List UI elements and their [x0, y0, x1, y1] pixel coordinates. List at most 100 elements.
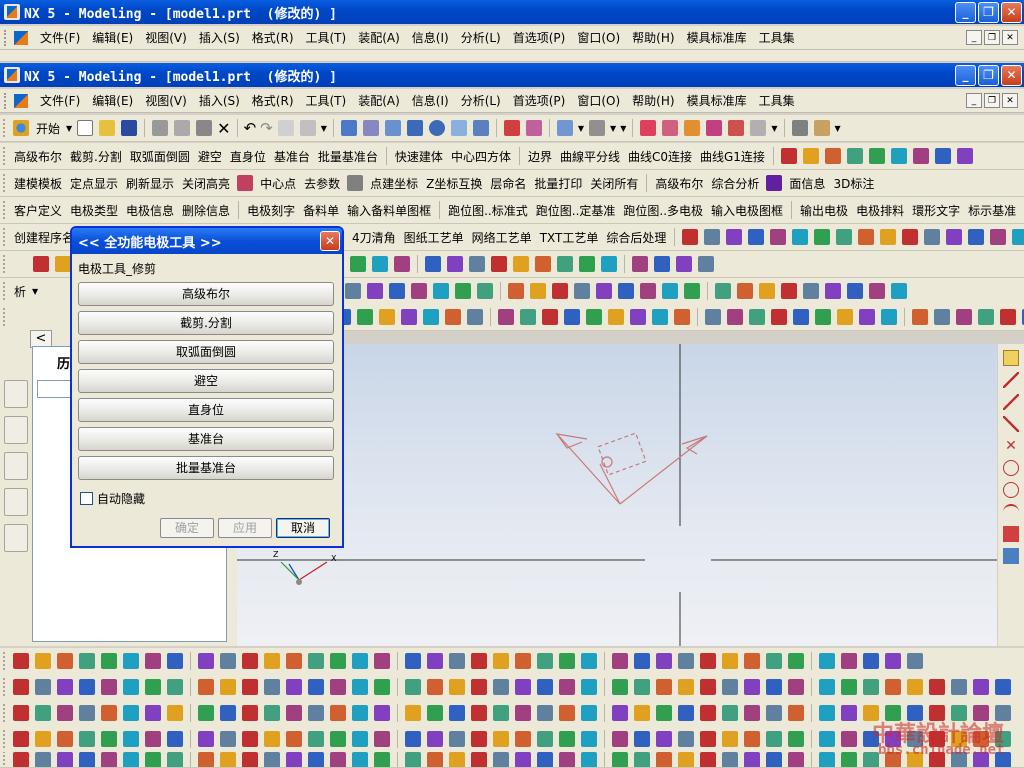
tool-icon[interactable] — [308, 752, 324, 767]
menu-item-0[interactable]: 文件(F) — [34, 29, 86, 46]
tool-icon[interactable] — [242, 653, 258, 669]
toolbar-command-3[interactable]: 删除信息 — [178, 202, 234, 219]
tool-icon[interactable] — [640, 283, 657, 299]
tool-icon[interactable] — [634, 752, 650, 767]
tool-icon[interactable] — [766, 175, 783, 191]
tool-icon[interactable] — [803, 283, 820, 299]
tool-icon[interactable] — [956, 309, 972, 325]
tool-icon[interactable] — [264, 679, 280, 695]
tool-icon[interactable] — [596, 283, 613, 299]
tool-icon[interactable] — [825, 283, 842, 299]
tool-icon[interactable] — [704, 229, 721, 245]
tool-icon[interactable] — [242, 705, 258, 721]
tool-icon[interactable] — [352, 752, 368, 767]
tool-icon[interactable] — [814, 229, 831, 245]
tool-icon[interactable] — [35, 705, 51, 721]
tool-icon[interactable] — [929, 679, 945, 695]
tool-icon[interactable] — [101, 705, 117, 721]
tool-icon[interactable] — [357, 309, 373, 325]
tool-icon[interactable] — [57, 653, 73, 669]
tool-icon[interactable] — [581, 705, 597, 721]
point-icon[interactable]: ✕ — [1003, 438, 1019, 454]
tool-icon[interactable] — [286, 705, 302, 721]
tool-icon[interactable] — [841, 679, 857, 695]
close-button[interactable]: ✕ — [1001, 64, 1022, 86]
tool-icon[interactable] — [907, 679, 923, 695]
front-window-titlebar[interactable]: NX 5 - Modeling - [model1.prt (修改的) ] _ … — [0, 63, 1024, 87]
tool-icon[interactable] — [13, 705, 29, 721]
tool-icon[interactable] — [220, 653, 236, 669]
toolbar-command-13[interactable]: 面信息 — [785, 175, 829, 192]
tool-icon[interactable] — [678, 705, 694, 721]
toolbar-command-2[interactable]: 图纸工艺单 — [400, 229, 468, 246]
tool-icon[interactable] — [781, 283, 798, 299]
tool-icon[interactable] — [788, 653, 804, 669]
dialog-button-5[interactable]: 基准台 — [78, 427, 334, 451]
tool-icon[interactable] — [744, 679, 760, 695]
tool-icon[interactable] — [819, 653, 835, 669]
tool-icon[interactable] — [145, 653, 161, 669]
tool-icon[interactable] — [471, 653, 487, 669]
tool-icon[interactable] — [770, 229, 787, 245]
tool-icon[interactable] — [788, 679, 804, 695]
roles-tab[interactable] — [4, 524, 28, 552]
tool-icon[interactable] — [978, 309, 994, 325]
tool-icon[interactable] — [581, 731, 597, 747]
tool-icon[interactable] — [815, 309, 831, 325]
tool-icon[interactable] — [612, 752, 628, 767]
tool-icon[interactable] — [715, 283, 732, 299]
toolbar-command-6[interactable]: 点建坐标 — [366, 175, 422, 192]
tool-icon[interactable] — [471, 731, 487, 747]
tool-icon[interactable] — [726, 229, 743, 245]
tool-icon[interactable] — [700, 653, 716, 669]
tool-icon[interactable] — [634, 653, 650, 669]
snap-mid-icon[interactable] — [684, 120, 701, 136]
tool-icon[interactable] — [167, 752, 183, 767]
tool-icon[interactable] — [612, 679, 628, 695]
tool-icon[interactable] — [427, 705, 443, 721]
tool-icon[interactable] — [727, 309, 743, 325]
tool-icon[interactable] — [744, 653, 760, 669]
toolbar-command-5[interactable]: 综合后处理 — [602, 229, 670, 246]
toolbar-command-12[interactable]: 电极排料 — [852, 202, 908, 219]
tool-icon[interactable] — [634, 731, 650, 747]
toolbar-command-6[interactable]: 批量基准台 — [314, 148, 382, 165]
auto-hide-checkbox[interactable]: 自动隐藏 — [80, 490, 342, 507]
tool-icon[interactable] — [471, 752, 487, 767]
tool-icon[interactable] — [995, 679, 1011, 695]
toolbar-command-13[interactable]: 環形文字 — [908, 202, 964, 219]
toolbar-command-0[interactable]: 创建程序名 — [10, 229, 78, 246]
tool-icon[interactable] — [35, 653, 51, 669]
tool-icon[interactable] — [242, 752, 258, 767]
toolbar-command-7[interactable]: Z坐标互换 — [422, 175, 486, 192]
tool-icon[interactable] — [411, 283, 428, 299]
tool-icon[interactable] — [559, 752, 575, 767]
undo-icon[interactable]: ↶ — [242, 119, 259, 137]
tool-icon[interactable] — [469, 256, 485, 272]
arc-icon[interactable] — [1003, 460, 1019, 476]
rotate-icon[interactable] — [428, 120, 445, 136]
tool-icon[interactable] — [579, 256, 595, 272]
tool-icon[interactable] — [427, 731, 443, 747]
tool-icon[interactable] — [863, 679, 879, 695]
tool-icon[interactable] — [586, 309, 602, 325]
menu-item-2[interactable]: 视图(V) — [139, 92, 193, 109]
tool-icon[interactable] — [990, 229, 1007, 245]
back-window-titlebar[interactable]: NX 5 - Modeling - [model1.prt (修改的) ] _ … — [0, 0, 1024, 24]
dialog-button-6[interactable]: 批量基准台 — [78, 456, 334, 480]
tool-icon[interactable] — [498, 309, 514, 325]
tool-icon[interactable] — [537, 752, 553, 767]
tool-icon[interactable] — [847, 283, 864, 299]
tool-icon[interactable] — [632, 256, 648, 272]
lock-icon[interactable] — [1003, 350, 1019, 366]
analysis-icon[interactable] — [813, 120, 830, 136]
tool-icon[interactable] — [881, 309, 897, 325]
tool-icon[interactable] — [722, 731, 738, 747]
tool-icon[interactable] — [423, 309, 439, 325]
tool-icon[interactable] — [13, 752, 29, 767]
tool-icon[interactable] — [467, 309, 483, 325]
tool-icon[interactable] — [678, 679, 694, 695]
tool-icon[interactable] — [350, 256, 366, 272]
tool-icon[interactable] — [79, 679, 95, 695]
paste-icon[interactable] — [196, 120, 213, 136]
